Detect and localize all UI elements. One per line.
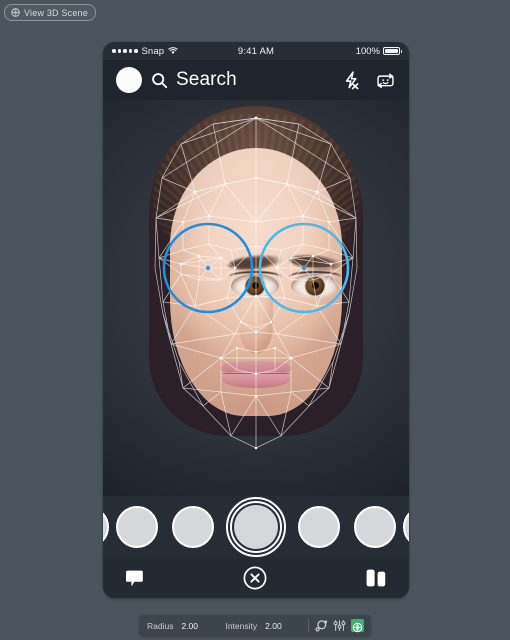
camera-viewport[interactable] [103, 100, 409, 496]
eyelash-right [289, 271, 341, 283]
toolbar-divider [308, 619, 309, 632]
view-3d-scene-button[interactable]: View 3D Scene [4, 4, 96, 21]
carrier-label: Snap [141, 45, 165, 57]
intensity-value[interactable]: 2.00 [265, 621, 287, 631]
bottom-nav [103, 558, 409, 598]
intensity-label: Intensity [225, 620, 258, 631]
view-3d-scene-label: View 3D Scene [24, 7, 88, 18]
camera-flip-icon[interactable] [375, 70, 396, 91]
lens-item[interactable] [354, 506, 396, 548]
lens-carousel[interactable] [103, 496, 409, 558]
app-header: Search [103, 60, 409, 100]
chin-shading [208, 392, 304, 426]
snap-rotate-icon[interactable] [315, 619, 328, 632]
battery-percent-label: 100% [355, 45, 380, 57]
flash-off-icon[interactable] [341, 70, 362, 91]
lens-item[interactable] [116, 506, 158, 548]
eyebrow-right [288, 253, 344, 272]
align-grid-icon[interactable] [333, 619, 346, 632]
lens-item[interactable] [172, 506, 214, 548]
status-bar: Snap 9:41 AM 100% [103, 42, 409, 60]
phone-mockup: Snap 9:41 AM 100% Search [103, 42, 409, 598]
face [170, 148, 344, 426]
close-circle-icon[interactable] [242, 565, 268, 591]
header-icons [341, 70, 396, 91]
nose [239, 298, 273, 354]
3d-scene-icon [11, 8, 20, 17]
radius-field[interactable]: Radius 2.00 [147, 621, 203, 631]
lens-item[interactable] [103, 506, 109, 548]
radius-value[interactable]: 2.00 [181, 621, 203, 631]
lens-item[interactable] [403, 506, 409, 548]
lens-item[interactable] [298, 506, 340, 548]
intensity-field[interactable]: Intensity 2.00 [225, 621, 287, 631]
profile-avatar[interactable] [116, 67, 142, 93]
status-bar-left: Snap [112, 46, 178, 57]
face-preview [103, 100, 409, 496]
search-input[interactable]: Search [176, 69, 237, 91]
lips [220, 361, 292, 389]
eyelash-left [229, 271, 281, 283]
wifi-icon [168, 47, 178, 55]
search-icon [151, 72, 168, 89]
stories-icon[interactable] [365, 568, 387, 588]
symmetry-icon[interactable] [351, 619, 364, 633]
eyebrow-left [227, 253, 283, 272]
radius-label: Radius [147, 620, 174, 631]
search-bar[interactable]: Search [151, 69, 332, 91]
battery-full-icon [383, 47, 402, 55]
chat-bubble-icon[interactable] [125, 568, 145, 588]
capture-button[interactable] [226, 497, 286, 557]
signal-strength-dots [112, 49, 138, 53]
property-bar: Radius 2.00 Intensity 2.00 [139, 615, 371, 636]
tool-icon-group [315, 619, 366, 633]
status-bar-right: 100% [355, 45, 402, 57]
